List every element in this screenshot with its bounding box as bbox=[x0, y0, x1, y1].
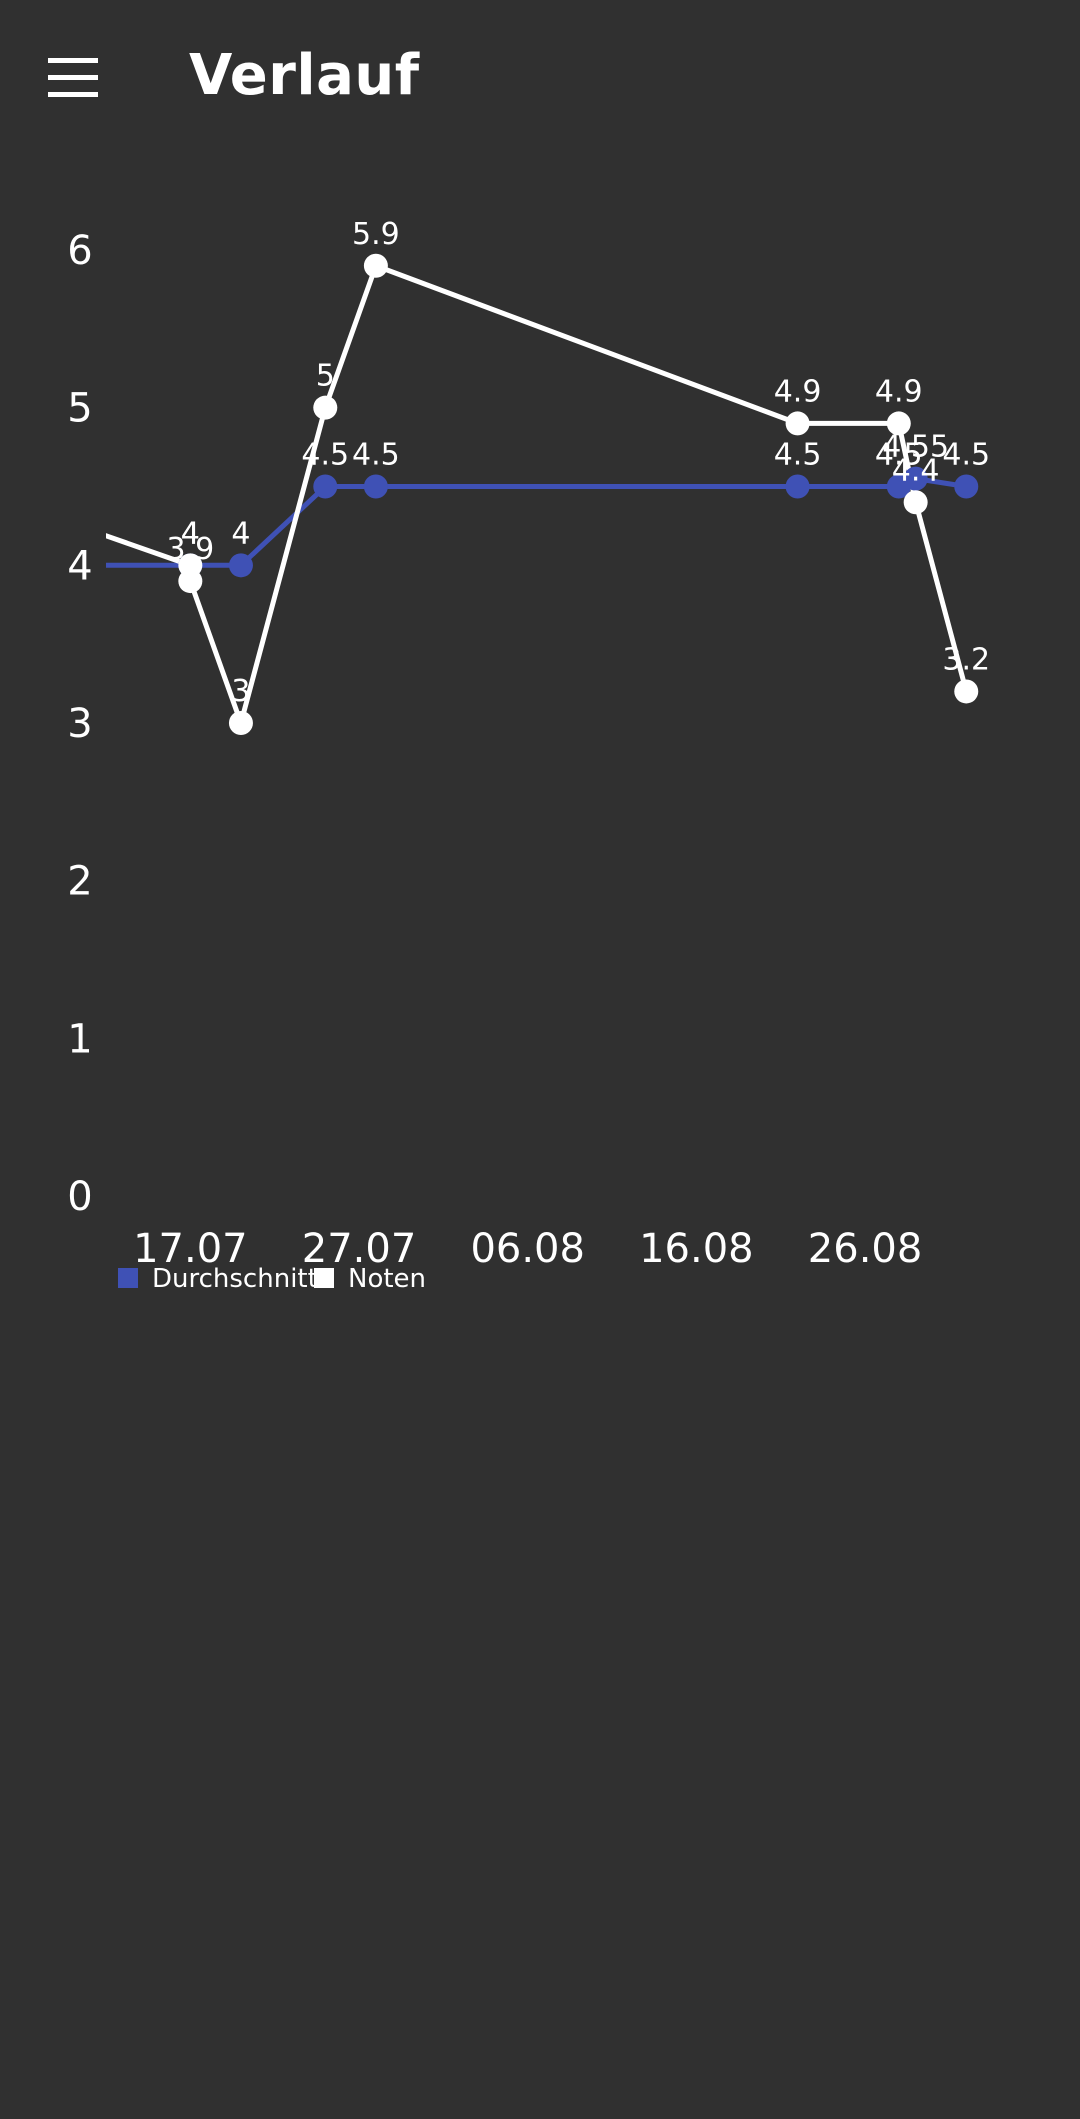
series-line-grades bbox=[106, 262, 969, 732]
data-point[interactable] bbox=[228, 711, 253, 735]
data-point[interactable] bbox=[954, 679, 979, 704]
legend-label: Durchschnitt bbox=[152, 1264, 318, 1294]
data-label: 4.5 bbox=[301, 438, 349, 473]
data-point[interactable] bbox=[785, 411, 810, 436]
legend-swatch bbox=[314, 1268, 334, 1288]
x-tick-label: 06.08 bbox=[470, 1226, 585, 1272]
data-point[interactable] bbox=[313, 474, 338, 499]
menu-button[interactable] bbox=[30, 35, 116, 121]
y-tick-label: 3 bbox=[67, 701, 92, 747]
legend-label: Noten bbox=[348, 1264, 426, 1294]
data-point[interactable] bbox=[785, 474, 810, 499]
data-point[interactable] bbox=[903, 490, 928, 515]
data-label: 4.4 bbox=[892, 453, 940, 488]
data-label: 4.5 bbox=[774, 438, 822, 473]
y-tick-label: 6 bbox=[67, 228, 92, 274]
data-label: 5.9 bbox=[352, 217, 400, 252]
line-chart: 012345617.07 27.07 06.08 16.08 26.084 44.5 4.5… bbox=[67, 217, 990, 1294]
data-point[interactable] bbox=[313, 395, 338, 420]
data-point[interactable] bbox=[363, 474, 388, 499]
legend-swatch bbox=[118, 1268, 138, 1288]
data-label: 4.5 bbox=[352, 438, 400, 473]
y-tick-label: 0 bbox=[67, 1174, 92, 1220]
data-label: 4 bbox=[231, 516, 250, 551]
data-label: 3.9 bbox=[166, 532, 214, 567]
history-chart: 0 1 2 3 4 5 6 17.07 27.07 06.08 16.08 26.08 4 4 4.5 4.5… bbox=[0, 150, 1080, 1300]
data-label: 4.5 bbox=[942, 438, 990, 473]
data-label: 4.9 bbox=[774, 374, 822, 409]
y-tick-label: 5 bbox=[67, 386, 92, 432]
data-point[interactable] bbox=[954, 474, 979, 499]
y-tick-label: 1 bbox=[67, 1016, 92, 1062]
page-title: Verlauf bbox=[189, 43, 420, 108]
data-point[interactable] bbox=[178, 569, 203, 594]
data-point[interactable] bbox=[886, 411, 911, 436]
data-label: 5 bbox=[316, 359, 335, 394]
x-tick-label: 26.08 bbox=[808, 1226, 923, 1272]
app-bar: Verlauf bbox=[0, 0, 1080, 150]
x-tick-label: 16.08 bbox=[639, 1226, 754, 1272]
data-label: 3.2 bbox=[942, 642, 990, 677]
y-tick-label: 2 bbox=[67, 859, 92, 905]
data-label: 3 bbox=[231, 674, 250, 709]
data-point[interactable] bbox=[363, 253, 388, 278]
data-point[interactable] bbox=[228, 553, 253, 578]
hamburger-menu-icon bbox=[48, 58, 98, 97]
data-label: 4.9 bbox=[875, 374, 923, 409]
y-tick-label: 4 bbox=[67, 543, 92, 589]
